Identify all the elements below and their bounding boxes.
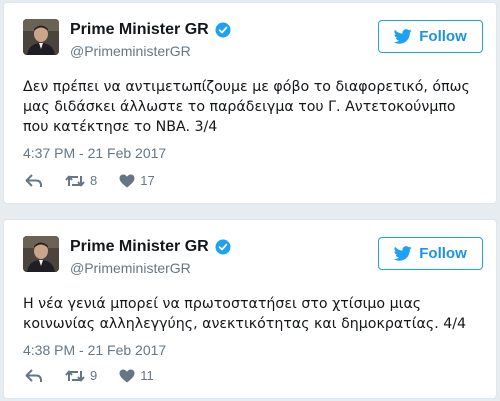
tweet-text: Η νέα γενιά μπορεί να πρωτοστατήσει στο … (23, 296, 467, 332)
tweet-card: Prime Minister GR @PrimeministerGR Follo… (3, 219, 497, 399)
tweet-actions: 8 17 (25, 173, 177, 188)
reply-icon (25, 368, 42, 382)
bird-icon (394, 246, 412, 261)
tweet-actions: 9 11 (25, 368, 176, 383)
name-row: Prime Minister GR (70, 20, 231, 40)
verified-badge-icon (215, 22, 231, 38)
reply-button[interactable] (25, 368, 43, 383)
like-icon (119, 369, 135, 382)
display-name[interactable]: Prime Minister GR (70, 238, 209, 256)
bird-icon (394, 29, 412, 44)
retweet-button[interactable]: 9 (65, 368, 97, 383)
timestamp[interactable]: 4:38 PM - 21 Feb 2017 (23, 342, 166, 358)
handle[interactable]: @PrimeministerGR (70, 43, 191, 59)
reply-icon (25, 173, 42, 187)
like-icon (119, 174, 135, 187)
retweet-count: 9 (90, 368, 98, 383)
retweet-icon (65, 370, 85, 381)
handle[interactable]: @PrimeministerGR (70, 260, 191, 276)
verified-badge-icon (215, 239, 231, 255)
follow-button[interactable]: Follow (378, 237, 483, 270)
like-button[interactable]: 11 (119, 368, 154, 383)
like-count: 17 (140, 173, 155, 188)
reply-button[interactable] (25, 173, 43, 188)
retweet-icon (65, 175, 85, 186)
like-button[interactable]: 17 (119, 173, 155, 188)
display-name[interactable]: Prime Minister GR (70, 21, 209, 39)
tweet-card: Prime Minister GR @PrimeministerGR Follo… (3, 2, 497, 204)
follow-button[interactable]: Follow (378, 20, 483, 53)
retweet-count: 8 (90, 173, 98, 188)
avatar[interactable] (23, 19, 59, 55)
name-row: Prime Minister GR (70, 237, 231, 257)
follow-label: Follow (419, 28, 467, 45)
retweet-button[interactable]: 8 (65, 173, 97, 188)
like-count: 11 (140, 368, 154, 383)
avatar[interactable] (23, 236, 59, 272)
tweet-text: Δεν πρέπει να αντιμετωπίζουμε με φόβο το… (23, 79, 470, 135)
follow-label: Follow (419, 245, 467, 262)
timestamp[interactable]: 4:37 PM - 21 Feb 2017 (23, 145, 166, 161)
